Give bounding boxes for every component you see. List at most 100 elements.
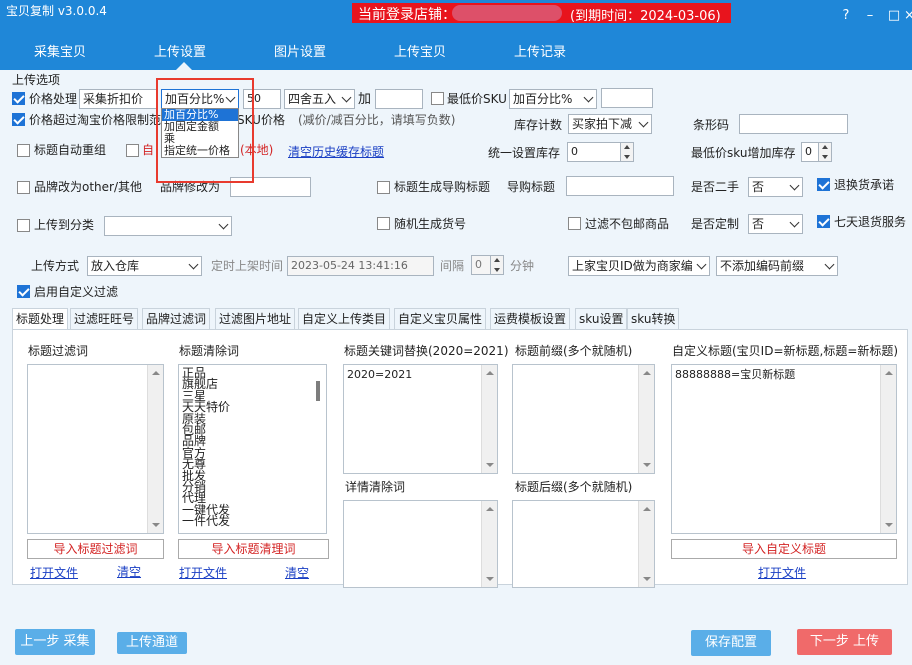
- nav-upload-items[interactable]: 上传宝贝: [394, 41, 446, 60]
- clean-words-textarea[interactable]: 正品 旗舰店 三星 天天特价 原装 包邮 品牌 官方 无尊 批发 分销 代理 一…: [178, 364, 327, 534]
- timed-datetime[interactable]: 2023-05-24 13:41:16: [287, 256, 434, 276]
- tab-filter-image-url[interactable]: 过滤图片地址: [215, 308, 296, 330]
- price-limit-checkbox[interactable]: [12, 113, 25, 126]
- title-bar: 宝贝复制 v3.0.0.4 当前登录店铺： (到期时间：2024-03-06) …: [0, 0, 912, 32]
- help-icon[interactable]: ?: [838, 8, 854, 23]
- code-prefix-select[interactable]: 不添加编码前缀: [716, 256, 838, 276]
- tab-sku-convert[interactable]: sku转换: [627, 308, 680, 330]
- brand-other-label: 品牌改为other/其他: [34, 180, 143, 194]
- clear-history-link[interactable]: 清空历史缓存标题: [288, 143, 384, 160]
- minimize-icon[interactable]: –: [862, 8, 878, 23]
- next-step-button[interactable]: 下一步 上传: [797, 629, 892, 655]
- scrollbar[interactable]: [147, 365, 163, 533]
- price-process-checkbox[interactable]: [12, 92, 25, 105]
- scrollbar[interactable]: [638, 501, 654, 587]
- merchant-code-select[interactable]: 上家宝贝ID做为商家编: [568, 256, 710, 276]
- second-hand-label: 是否二手: [691, 180, 740, 194]
- price-calc-value: 加百分比%: [165, 92, 225, 106]
- return-promise-checkbox[interactable]: [817, 178, 830, 191]
- price-calc-select[interactable]: 加百分比%: [161, 89, 239, 109]
- scrollbar[interactable]: [481, 501, 497, 587]
- seven-days-checkbox[interactable]: [817, 215, 830, 228]
- spinner-arrows-icon[interactable]: [490, 256, 503, 274]
- prefix-textarea[interactable]: [512, 364, 655, 474]
- barcode-input[interactable]: [739, 114, 848, 134]
- dropdown-option[interactable]: 指定统一价格: [162, 145, 238, 157]
- local-checkbox[interactable]: [126, 144, 139, 157]
- min-sku-label: 最低价SKU: [447, 92, 507, 106]
- guide-title-checkbox[interactable]: [377, 181, 390, 194]
- prev-step-button[interactable]: 上一步 采集: [15, 629, 95, 655]
- min-sku-stock-value: 0: [805, 145, 812, 158]
- tab-title-processing[interactable]: 标题处理: [12, 308, 69, 330]
- upload-channel-button[interactable]: 上传通道: [117, 632, 187, 654]
- spinner-arrows-icon[interactable]: [818, 143, 831, 161]
- custom-made-select[interactable]: 否: [748, 214, 803, 234]
- clean-words-open-link[interactable]: 打开文件: [179, 564, 227, 581]
- scrollbar[interactable]: [481, 365, 497, 473]
- tab-shipping-template[interactable]: 运费模板设置: [490, 308, 571, 330]
- list-item: 一件代发: [182, 514, 231, 529]
- round-value: 四舍五入: [288, 92, 337, 106]
- min-sku-value-input[interactable]: [601, 88, 653, 108]
- merchant-code-value: 上家宝贝ID做为商家编: [572, 259, 693, 273]
- tab-custom-attributes[interactable]: 自定义宝贝属性: [394, 308, 487, 330]
- min-sku-checkbox[interactable]: [431, 92, 444, 105]
- filter-words-clear-link[interactable]: 清空: [117, 563, 141, 580]
- price-mode-select[interactable]: 采集折扣价: [79, 89, 157, 109]
- random-code-checkbox[interactable]: [377, 217, 390, 230]
- nav-upload-records[interactable]: 上传记录: [514, 41, 566, 60]
- interval-spinner[interactable]: 0: [471, 255, 504, 275]
- nav-collect[interactable]: 采集宝贝: [34, 41, 86, 60]
- detail-clean-textarea[interactable]: [343, 500, 498, 588]
- brand-other-checkbox[interactable]: [17, 181, 30, 194]
- tab-filter-wangwang[interactable]: 过滤旺旺号: [70, 308, 139, 330]
- plus-input[interactable]: [375, 89, 423, 109]
- custom-title-open-link[interactable]: 打开文件: [758, 564, 806, 581]
- filter-free-label: 过滤不包邮商品: [585, 217, 670, 231]
- upload-category-checkbox[interactable]: [17, 219, 30, 232]
- tab-sku-settings[interactable]: sku设置: [575, 308, 628, 330]
- custom-title-title: 自定义标题(宝贝ID=新标题,标题=新标题): [672, 344, 899, 358]
- import-custom-title-button[interactable]: 导入自定义标题: [671, 539, 897, 559]
- brand-change-input[interactable]: [230, 177, 311, 197]
- stock-count-select[interactable]: 买家拍下减: [568, 114, 652, 134]
- upload-category-select[interactable]: [104, 216, 232, 236]
- nav-upload-settings[interactable]: 上传设置: [154, 41, 206, 60]
- filter-words-textarea[interactable]: [27, 364, 164, 534]
- scrollbar[interactable]: [638, 365, 654, 473]
- round-select[interactable]: 四舍五入: [284, 89, 355, 109]
- price-limit-label: 价格超过淘宝价格限制范: [29, 113, 162, 127]
- guide-title-input[interactable]: [566, 176, 674, 196]
- nav-image-settings[interactable]: 图片设置: [274, 41, 326, 60]
- title-regroup-checkbox[interactable]: [17, 144, 30, 157]
- save-config-button[interactable]: 保存配置: [691, 630, 771, 656]
- custom-title-textarea[interactable]: 88888888=宝贝新标题: [671, 364, 897, 534]
- tab-custom-category[interactable]: 自定义上传类目: [298, 308, 391, 330]
- clean-words-clear-link[interactable]: 清空: [285, 564, 309, 581]
- unify-stock-spinner[interactable]: 0: [567, 142, 634, 162]
- filter-words-open-link[interactable]: 打开文件: [30, 564, 78, 581]
- custom-filter-checkbox[interactable]: [17, 285, 30, 298]
- scrollbar[interactable]: [880, 365, 896, 533]
- min-sku-stock-spinner[interactable]: 0: [801, 142, 832, 162]
- scrollbar-thumb[interactable]: [316, 381, 320, 401]
- spinner-arrows-icon[interactable]: [620, 143, 633, 161]
- second-hand-select[interactable]: 否: [748, 177, 803, 197]
- login-bar: 当前登录店铺： (到期时间：2024-03-06): [352, 3, 731, 24]
- expire-date: (到期时间：2024-03-06): [570, 9, 721, 24]
- maximize-icon[interactable]: □: [886, 8, 902, 23]
- clean-words-title: 标题清除词: [179, 344, 240, 358]
- tab-brand-filter[interactable]: 品牌过滤词: [142, 308, 211, 330]
- close-icon[interactable]: ×: [904, 8, 912, 23]
- import-filter-words-button[interactable]: 导入标题过滤词: [27, 539, 164, 559]
- filter-free-checkbox[interactable]: [568, 217, 581, 230]
- price-value-input[interactable]: 50: [243, 89, 281, 109]
- price-calc-dropdown[interactable]: 加百分比% 加固定金额 乘 指定统一价格: [161, 108, 239, 158]
- suffix-textarea[interactable]: [512, 500, 655, 588]
- upload-mode-select[interactable]: 放入仓库: [87, 256, 202, 276]
- import-clean-words-button[interactable]: 导入标题清理词: [178, 539, 329, 559]
- keyword-replace-textarea[interactable]: 2020=2021: [343, 364, 498, 474]
- return-promise-label: 退换货承诺: [834, 178, 895, 192]
- min-sku-calc-select[interactable]: 加百分比%: [509, 89, 597, 109]
